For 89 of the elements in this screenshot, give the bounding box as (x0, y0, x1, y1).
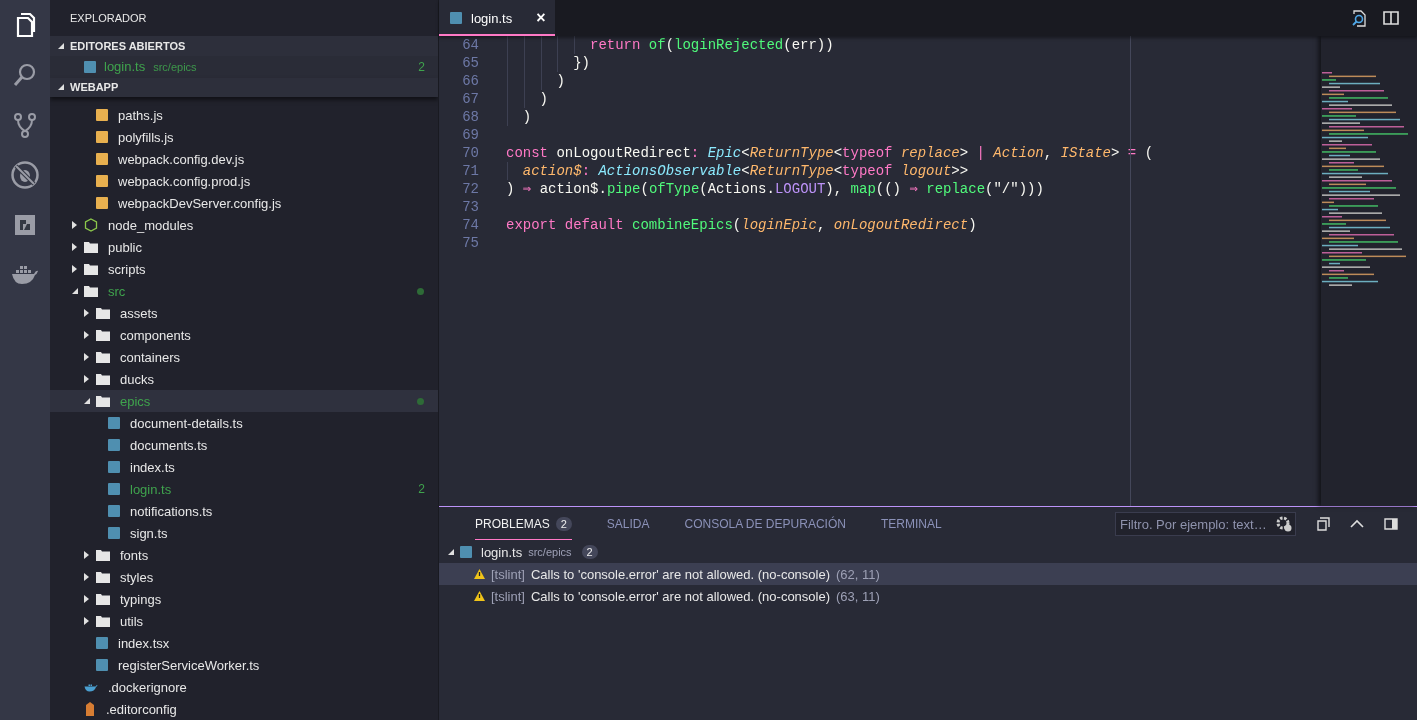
tree-item[interactable]: documents.ts (50, 434, 438, 456)
tree-item[interactable]: components (50, 324, 438, 346)
tree-item[interactable]: src (50, 280, 438, 302)
tree-item[interactable]: login.ts 2 (50, 478, 438, 500)
close-button[interactable]: × (536, 9, 546, 27)
tree-item[interactable]: index.tsx (50, 632, 438, 654)
filter-field[interactable]: Filtro. Por ejemplo: text… (1115, 512, 1296, 536)
tree-item[interactable]: assets (50, 302, 438, 324)
debug-icon[interactable] (10, 161, 40, 189)
tree-item[interactable]: typings (50, 588, 438, 610)
tree-item[interactable]: utils (50, 610, 438, 632)
tree-item[interactable]: scripts (50, 258, 438, 280)
line-number: 68 (461, 108, 479, 126)
folder-icon (96, 571, 110, 583)
tree-item[interactable]: containers (50, 346, 438, 368)
code-line: ) (521, 109, 532, 125)
folder-icon (96, 307, 110, 319)
line-number: 72 (461, 180, 479, 198)
source-control-icon[interactable] (12, 111, 38, 139)
folder-icon (96, 351, 110, 363)
minimap-drawing[interactable] (1321, 36, 1417, 506)
config-file-icon (84, 702, 96, 716)
code-line: ) (538, 91, 548, 107)
folder-icon (84, 263, 98, 275)
whale-icon (84, 682, 98, 692)
tree-item[interactable]: webpack.config.prod.js (50, 170, 438, 192)
tree-item[interactable]: polyfills.js (50, 126, 438, 148)
sidebar-title: EXPLORADOR (69, 11, 148, 26)
code-line: return of(loginRejected(err)) (589, 37, 834, 53)
code-line: ) (555, 73, 565, 89)
tree-item[interactable]: sign.ts (50, 522, 438, 544)
line-number: 70 (461, 144, 479, 162)
tree-item[interactable]: fonts (50, 544, 438, 566)
folder-icon (84, 285, 98, 297)
panel-tab[interactable]: SALIDA (606, 508, 650, 540)
problem-item[interactable]: [tslint] Calls to 'console.error' are not allowed. (no-console) (62, 11) (439, 563, 1417, 585)
tree-item[interactable]: webpackDevServer.config.js (50, 192, 438, 214)
folder-icon (96, 615, 110, 627)
line-number: 64 (461, 36, 479, 54)
panel-tab[interactable]: TERMINAL (880, 508, 942, 540)
problem-file-row[interactable]: login.ts src/epics 2 (439, 541, 1417, 563)
line-number: 74 (461, 216, 479, 234)
search-icon[interactable] (1351, 9, 1369, 27)
tree-item[interactable]: ducks (50, 368, 438, 390)
tree-item[interactable]: node_modules (50, 214, 438, 236)
line-number: 71 (461, 162, 479, 180)
code-line: export default combineEpics(loginEpic, onLogoutRedirect) (506, 217, 977, 233)
collapse-all-icon[interactable] (1316, 517, 1330, 531)
tree-item[interactable]: paths.js (50, 104, 438, 126)
open-editor-item[interactable]: login.ts src/epics 2 (50, 55, 438, 78)
warning-icon (474, 591, 485, 601)
folder-icon (96, 373, 110, 385)
hexagon-icon (84, 218, 98, 232)
search-icon[interactable] (12, 61, 38, 89)
folder-icon (84, 241, 98, 253)
tree-item[interactable]: notifications.ts (50, 500, 438, 522)
section-header[interactable]: EDITORES ABIERTOS (50, 36, 438, 56)
folder-icon (96, 593, 110, 605)
panel-tab[interactable]: PROBLEMAS 2 (475, 508, 572, 540)
line-number: 75 (461, 234, 479, 252)
code-line: action$: ActionsObservable<ReturnType<typeof logout>> (521, 163, 969, 179)
line-number: 69 (461, 126, 479, 144)
warning-icon (474, 569, 485, 579)
chevron-up-icon[interactable] (1350, 519, 1364, 529)
gear-icon[interactable] (1276, 516, 1292, 532)
tree-item[interactable]: .editorconfig (50, 698, 438, 720)
line-number: 67 (461, 90, 479, 108)
tree-item[interactable]: epics (50, 390, 438, 412)
tree-item[interactable]: document-details.ts (50, 412, 438, 434)
code-line: ) ⇒ action$.pipe(ofType(Actions.LOGOUT), map(() ⇒ replace("/"))) (506, 181, 1044, 197)
tree-item[interactable]: styles (50, 566, 438, 588)
problem-item[interactable]: [tslint] Calls to 'console.error' are not allowed. (no-console) (63, 11) (439, 585, 1417, 607)
split-editor-icon[interactable] (1383, 11, 1399, 25)
tree-item[interactable]: index.ts (50, 456, 438, 478)
folder-icon (96, 549, 110, 561)
folder-icon (96, 395, 110, 407)
editor-tab[interactable]: login.ts × (439, 0, 555, 36)
tree-item[interactable]: registerServiceWorker.ts (50, 654, 438, 676)
tree-item[interactable]: public (50, 236, 438, 258)
panel-tab[interactable]: CONSOLA DE DEPURACIÓN (684, 508, 846, 540)
panel-layout-icon[interactable] (1384, 518, 1398, 530)
tree-item[interactable]: .dockerignore (50, 676, 438, 698)
code-line: }) (572, 55, 590, 71)
tree-item[interactable]: webpack.config.dev.js (50, 148, 438, 170)
line-number: 66 (461, 72, 479, 90)
line-number: 73 (461, 198, 479, 216)
folder-icon (96, 329, 110, 341)
section-header[interactable]: WEBAPP (50, 77, 438, 97)
line-number: 65 (461, 54, 479, 72)
